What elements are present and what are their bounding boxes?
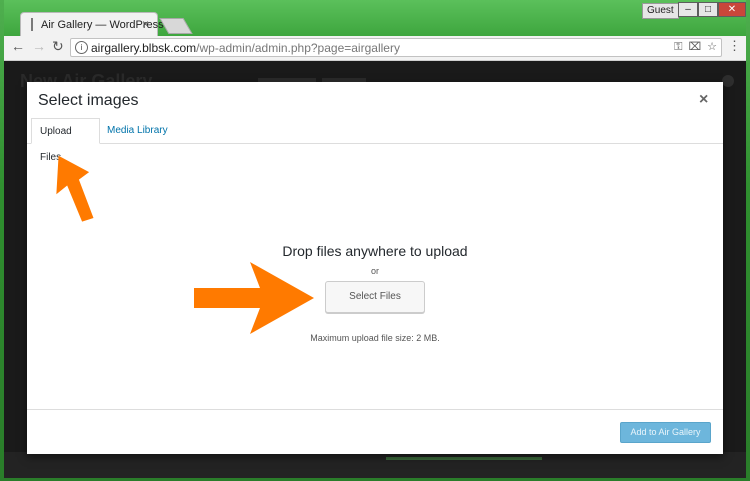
arrow-up-left-shape [56, 155, 94, 222]
translate-icon[interactable]: ⌧ [688, 41, 701, 53]
reload-icon[interactable]: ↻ [52, 38, 64, 55]
browser-titlebar: Air Gallery — WordPress × Guest – □ ✕ [4, 0, 746, 36]
close-icon[interactable]: × [699, 91, 708, 109]
modal-title: Select images [38, 92, 139, 109]
arrow-left-icon[interactable]: ← [11, 38, 25, 54]
select-files-button[interactable]: Select Files [325, 281, 425, 313]
url-path: /wp-admin/admin.php?page=airgallery [196, 41, 400, 55]
add-to-gallery-button[interactable]: Add to Air Gallery [620, 422, 711, 443]
key-icon[interactable]: ⚿ [674, 41, 682, 53]
page-footer-area [4, 452, 746, 478]
window-maximize-button[interactable]: □ [698, 2, 718, 17]
max-upload-size: Maximum upload file size: 2 MB. [310, 333, 440, 343]
address-bar[interactable]: i airgallery.blbsk.com/wp-admin/admin.ph… [70, 38, 722, 57]
profile-badge[interactable]: Guest [642, 3, 679, 19]
info-icon[interactable]: i [75, 41, 88, 54]
browser-toolbar: ← → ↻ i airgallery.blbsk.com/wp-admin/ad… [4, 36, 746, 61]
window-close-button[interactable]: ✕ [718, 2, 746, 17]
omnibox-actions: ⚿ ⌧ ☆ [668, 40, 717, 54]
drop-instructions: Drop files anywhere to upload [282, 243, 468, 259]
page-footer-strip [386, 457, 542, 460]
browser-tab[interactable]: Air Gallery — WordPress × [20, 12, 164, 36]
arrow-right-icon[interactable]: → [32, 38, 46, 54]
modal-footer: Add to Air Gallery [27, 409, 723, 455]
tab-media-library[interactable]: Media Library [99, 118, 176, 144]
arrow-right-icon [194, 262, 314, 334]
tab-upload-files[interactable]: Upload Files [31, 118, 100, 163]
page-icon [31, 18, 33, 31]
star-icon[interactable]: ☆ [707, 41, 717, 53]
arrow-right-shape [194, 262, 314, 334]
window-minimize-button[interactable]: – [678, 2, 698, 17]
or-separator: or [370, 266, 379, 276]
more-vert-icon[interactable]: ⋮ [728, 38, 741, 54]
url-text[interactable]: airgallery.blbsk.com/wp-admin/admin.php?… [91, 41, 400, 55]
help-icon [722, 75, 734, 87]
new-tab-button[interactable] [159, 18, 193, 34]
modal-tabs: Upload Files Media Library [27, 114, 723, 163]
arrow-up-left-icon [56, 155, 94, 222]
url-host: airgallery.blbsk.com [91, 41, 197, 55]
select-images-modal: Select images × Upload Files Media Libra… [27, 82, 723, 454]
tab-close-icon[interactable]: × [142, 17, 149, 31]
